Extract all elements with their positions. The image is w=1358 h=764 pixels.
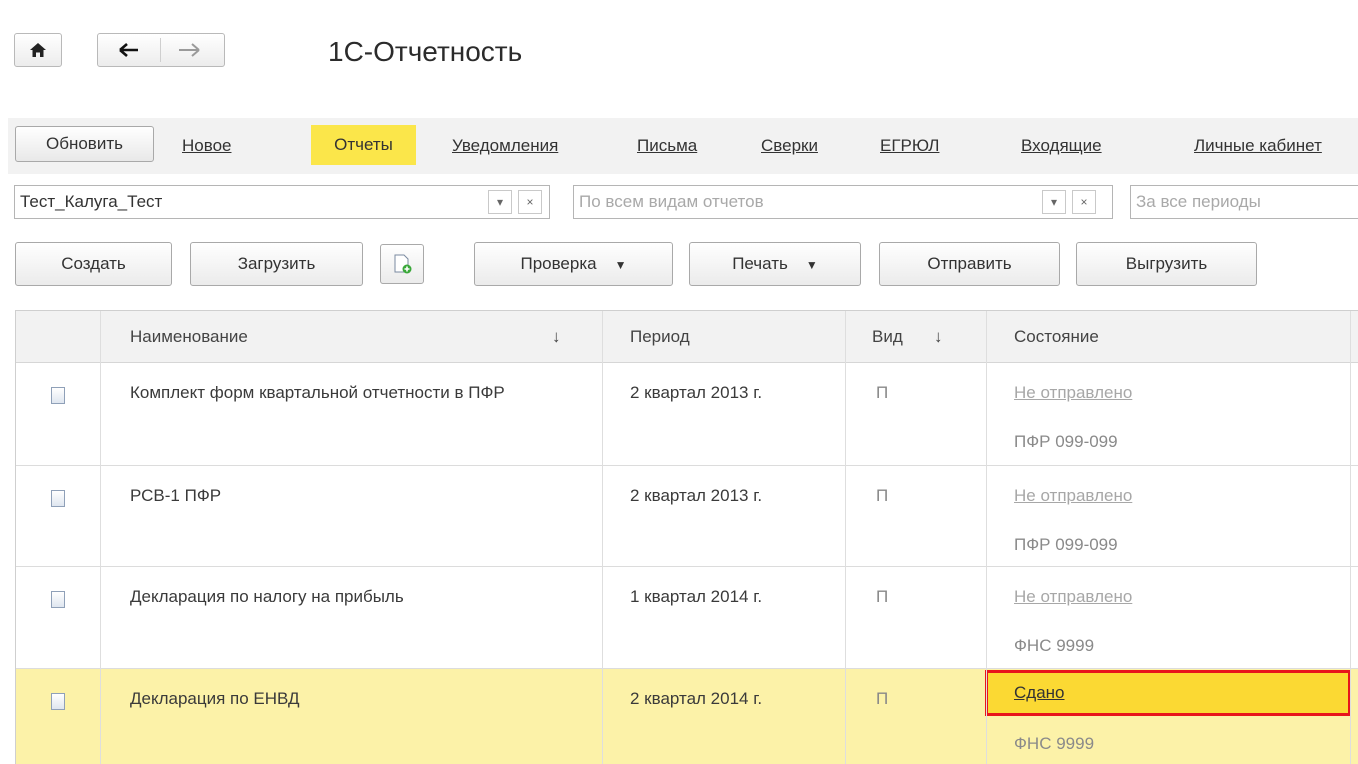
back-button[interactable] (98, 34, 160, 66)
chevron-down-icon: ▼ (614, 257, 627, 272)
row-recipient: ПФР 099-099 (1014, 432, 1118, 451)
row-name: Декларация по ЕНВД (130, 689, 300, 708)
sort-arrow-icon: ↓ (934, 327, 943, 346)
export-button[interactable]: Выгрузить (1076, 242, 1257, 286)
row-status-link[interactable]: Не отправлено (1014, 586, 1132, 608)
row-kind: П (876, 383, 889, 402)
tab-notifications[interactable]: Уведомления (452, 129, 558, 163)
row-kind: П (876, 587, 889, 606)
row-kind: П (876, 689, 889, 708)
document-icon (51, 490, 65, 507)
row-recipient: ФНС 9999 (1014, 734, 1095, 753)
load-button[interactable]: Загрузить (190, 242, 363, 286)
refresh-button[interactable]: Обновить (15, 126, 154, 162)
print-label: Печать (732, 254, 788, 273)
create-button[interactable]: Создать (15, 242, 172, 286)
print-dropdown-button[interactable]: Печать ▼ (689, 242, 861, 286)
table-row[interactable]: Декларация по налогу на прибыль 1 кварта… (16, 567, 1358, 669)
column-divider (602, 311, 603, 764)
tab-egrul[interactable]: ЕГРЮЛ (880, 129, 939, 163)
send-button[interactable]: Отправить (879, 242, 1060, 286)
arrow-right-icon (179, 43, 200, 57)
row-status-link[interactable]: Не отправлено (1014, 382, 1132, 404)
column-divider (986, 311, 987, 764)
tab-personal-accounts[interactable]: Личные кабинет (1194, 129, 1322, 163)
row-name: Декларация по налогу на прибыль (130, 587, 404, 606)
home-icon (30, 43, 46, 57)
column-header-name[interactable]: Наименование (130, 311, 248, 363)
tab-incoming[interactable]: Входящие (1021, 129, 1102, 163)
reports-table: Наименование ↓ Период Вид ↓ Состояние Ко… (15, 310, 1358, 764)
column-header-state[interactable]: Состояние (1014, 311, 1099, 363)
column-divider (845, 311, 846, 764)
sort-arrow-icon: ↓ (552, 327, 561, 346)
table-row[interactable]: РСВ-1 ПФР 2 квартал 2013 г. П Не отправл… (16, 466, 1358, 567)
row-recipient: ФНС 9999 (1014, 636, 1095, 655)
document-icon (51, 387, 65, 404)
row-name: РСВ-1 ПФР (130, 486, 222, 505)
page-title: 1С-Отчетность (328, 36, 523, 67)
check-dropdown-button[interactable]: Проверка ▼ (474, 242, 673, 286)
arrow-left-icon (119, 43, 138, 57)
chevron-down-icon: ▼ (805, 257, 818, 272)
column-divider (100, 311, 101, 764)
tab-reports[interactable]: Отчеты (311, 125, 416, 165)
report-type-clear-button[interactable]: × (1072, 190, 1096, 214)
organization-field[interactable]: Тест_Калуга_Тест (14, 185, 550, 219)
column-header-period[interactable]: Период (630, 311, 690, 363)
tab-letters[interactable]: Письма (637, 129, 697, 163)
organization-clear-button[interactable]: × (518, 190, 542, 214)
add-document-button[interactable] (380, 244, 424, 284)
row-status-link[interactable]: Не отправлено (1014, 485, 1132, 507)
row-kind: П (876, 486, 889, 505)
home-button[interactable] (14, 33, 62, 67)
table-row[interactable]: Комплект форм квартальной отчетности в П… (16, 363, 1358, 466)
row-status-link[interactable]: Сдано (1014, 682, 1065, 704)
report-type-dropdown-button[interactable]: ▾ (1042, 190, 1066, 214)
report-type-field[interactable]: По всем видам отчетов (573, 185, 1113, 219)
document-add-icon (394, 254, 412, 274)
table-row-selected[interactable]: Декларация по ЕНВД 2 квартал 2014 г. П С… (16, 669, 1358, 764)
tab-new[interactable]: Новое (182, 129, 231, 163)
row-period: 2 квартал 2014 г. (630, 689, 763, 708)
organization-dropdown-button[interactable]: ▾ (488, 190, 512, 214)
row-period: 2 квартал 2013 г. (630, 383, 763, 402)
column-divider (1350, 311, 1351, 764)
column-header-kind[interactable]: Вид (872, 311, 903, 363)
row-name: Комплект форм квартальной отчетности в П… (130, 383, 505, 402)
forward-button[interactable] (161, 34, 223, 66)
document-icon (51, 591, 65, 608)
row-recipient: ПФР 099-099 (1014, 535, 1118, 554)
period-field[interactable]: За все периоды (1130, 185, 1358, 219)
row-period: 2 квартал 2013 г. (630, 486, 763, 505)
tab-reconciliations[interactable]: Сверки (761, 129, 818, 163)
row-period: 1 квартал 2014 г. (630, 587, 763, 606)
check-label: Проверка (520, 254, 597, 273)
document-icon (51, 693, 65, 710)
